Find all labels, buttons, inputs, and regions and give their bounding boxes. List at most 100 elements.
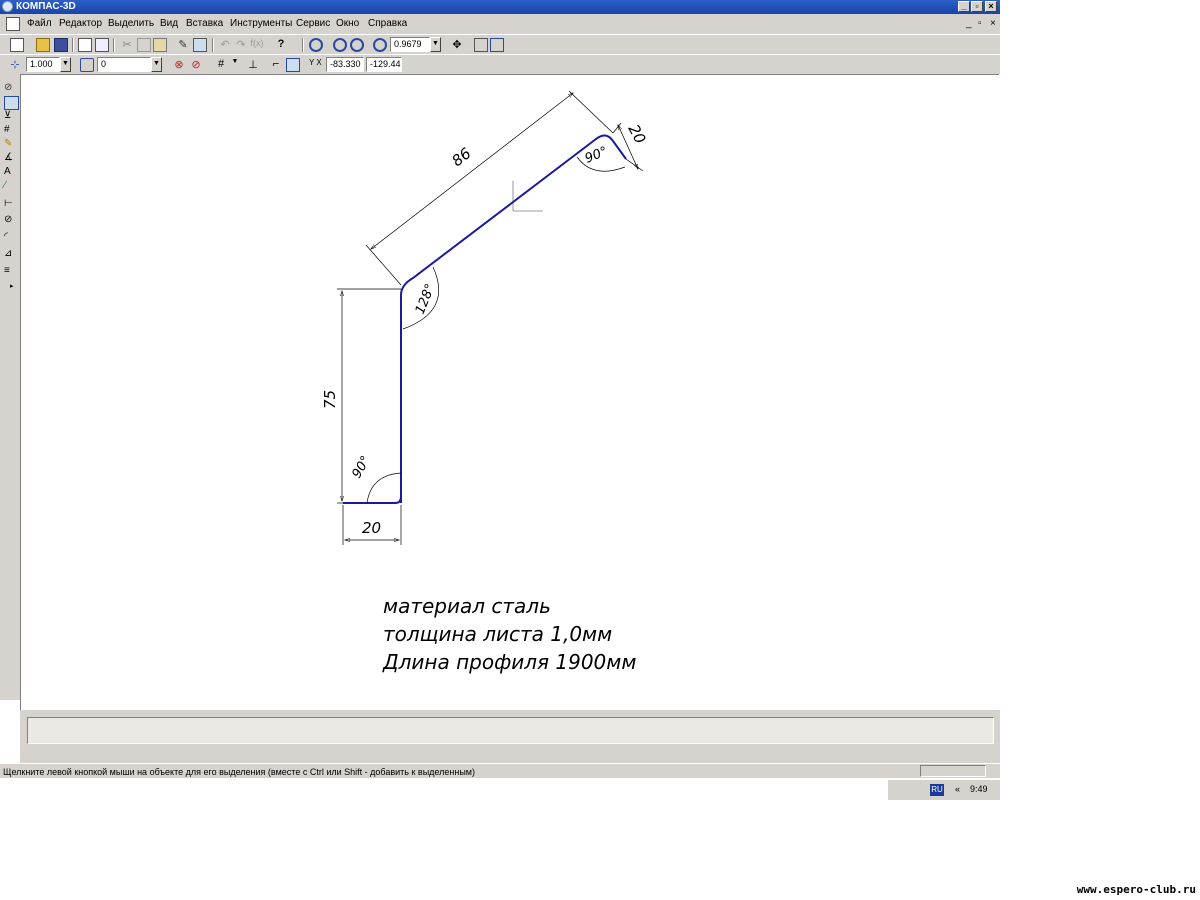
function-icon[interactable]: f(x) — [250, 38, 264, 52]
step-dropdown-arrow[interactable]: ▼ — [60, 57, 71, 72]
coord-x-input[interactable]: -83.330 — [326, 57, 364, 72]
save-icon[interactable] — [54, 38, 68, 52]
layer-icon[interactable] — [80, 58, 94, 72]
angle-128-label: 128° — [413, 282, 439, 317]
coord-y-input[interactable]: -129.44 — [366, 57, 402, 72]
doc-restore-button[interactable]: ▫ — [978, 18, 982, 29]
edit-points-icon[interactable] — [4, 96, 19, 110]
new-document-icon[interactable] — [10, 38, 24, 52]
print-preview-icon[interactable] — [78, 38, 92, 52]
open-folder-icon[interactable] — [36, 38, 50, 52]
select-icon[interactable]: ⁄ — [4, 180, 17, 192]
menu-insert[interactable]: Вставка — [186, 18, 223, 29]
layer-dropdown-arrow[interactable]: ▼ — [151, 57, 162, 72]
state-toolbar: ⊹ 1.000 ▼ 0 ▼ ⊗ ⊘ # ▼ ⊥ ⌐ Y X -83.330 -1… — [0, 54, 1000, 74]
dimension-20-bottom[interactable]: 20 — [342, 505, 402, 545]
standard-toolbar: ✂ ✎ ↶ ↷ f(x) ? 0.9679 ▼ ✥ — [0, 34, 1000, 54]
radial-dim-icon[interactable]: ◜ — [4, 231, 17, 243]
paste-icon[interactable] — [153, 38, 167, 52]
dimensions-icon[interactable]: ⊻ — [4, 110, 17, 122]
ortho-icon[interactable]: ⌐ — [269, 58, 283, 72]
redo-icon[interactable]: ↷ — [234, 38, 248, 52]
window-title: КОМПАС-3D — [16, 1, 76, 12]
watermark: www.espero-club.ru — [1076, 883, 1196, 896]
linear-dim-icon[interactable]: ⊢ — [4, 198, 17, 210]
parametric-icon[interactable] — [286, 58, 300, 72]
coordinates-icon: Y X — [309, 58, 322, 67]
dim-75-label: 75 — [321, 390, 339, 409]
step-input[interactable]: 1.000 — [26, 57, 60, 72]
dim-20-bottom-label: 20 — [362, 519, 381, 537]
note-thickness: толщина листа 1,0мм — [383, 622, 612, 646]
print-icon[interactable] — [95, 38, 109, 52]
menu-select[interactable]: Выделить — [108, 18, 154, 29]
cut-icon[interactable]: ✂ — [120, 38, 134, 52]
close-button[interactable]: × — [985, 1, 997, 12]
diameter-dim-icon[interactable]: ⊘ — [4, 214, 17, 226]
geometry-icon[interactable]: ⊘ — [4, 82, 17, 94]
zoom-input[interactable]: 0.9679 — [390, 37, 430, 52]
redraw-icon[interactable] — [490, 38, 504, 52]
measure-icon[interactable]: A — [4, 166, 17, 178]
angle-128[interactable]: 128° — [402, 266, 440, 330]
menu-edit[interactable]: Редактор — [59, 18, 102, 29]
menu-service[interactable]: Сервис — [296, 18, 330, 29]
zoom-scale-icon[interactable] — [373, 38, 387, 52]
status-hint: Щелкните левой кнопкой мыши на объекте д… — [3, 767, 475, 777]
dim-86-label: 86 — [448, 144, 474, 170]
menu-window[interactable]: Окно — [336, 18, 359, 29]
origin-axes — [512, 181, 543, 212]
hatch-icon[interactable]: # — [4, 124, 17, 136]
copy-icon[interactable] — [137, 38, 151, 52]
zoom-out-icon[interactable] — [350, 38, 364, 52]
leader-icon[interactable]: ≡ — [4, 265, 17, 277]
dim-20-top-label: 20 — [624, 121, 649, 146]
document-icon[interactable] — [6, 17, 20, 31]
doc-close-button[interactable]: × — [990, 18, 996, 29]
clock: 9:49 — [970, 784, 988, 794]
note-length: Длина профиля 1900мм — [382, 650, 636, 674]
property-panel[interactable] — [27, 717, 994, 744]
layer-input[interactable]: 0 — [97, 57, 151, 72]
title-bar: КОМПАС-3D _ ▫ × — [0, 0, 1000, 14]
angle-90-top-label: 90° — [583, 144, 610, 167]
local-cs-icon[interactable]: ⊥ — [246, 58, 260, 72]
app-icon — [2, 1, 13, 12]
note-material: материал сталь — [383, 594, 551, 618]
system-tray: RU « 9:49 — [888, 779, 1000, 800]
drawing-canvas[interactable]: 86 20 90° 128° 75 90° 20 материал сталь … — [20, 74, 999, 710]
undo-icon[interactable]: ↶ — [218, 38, 232, 52]
menu-tools[interactable]: Инструменты — [230, 18, 292, 29]
dimension-20-top[interactable]: 20 — [612, 121, 649, 172]
angle-90-bottom-label: 90° — [349, 454, 374, 481]
minimize-button[interactable]: _ — [958, 1, 970, 12]
calculator-icon[interactable] — [193, 38, 207, 52]
help-pointer-icon[interactable]: ? — [274, 38, 288, 52]
snap-icon[interactable]: ⊗ — [172, 58, 186, 72]
menu-help[interactable]: Справка — [368, 18, 407, 29]
profile-line[interactable] — [400, 134, 627, 503]
restore-button[interactable]: ▫ — [971, 1, 983, 12]
pan-icon[interactable]: ✥ — [450, 38, 464, 52]
language-indicator[interactable]: RU — [930, 784, 944, 796]
grid-dropdown-icon[interactable]: ▼ — [228, 58, 242, 72]
menu-view[interactable]: Вид — [160, 18, 178, 29]
properties-icon[interactable]: ✎ — [176, 38, 190, 52]
zoom-dropdown-arrow[interactable]: ▼ — [430, 37, 441, 52]
dimension-86[interactable]: 86 — [365, 90, 614, 286]
tray-expand-button[interactable]: « — [955, 784, 960, 794]
cursor-step-icon[interactable]: ⊹ — [8, 58, 22, 72]
local-snap-icon[interactable]: ⊘ — [189, 58, 203, 72]
doc-minimize-button[interactable]: _ — [966, 18, 972, 29]
menu-file[interactable]: Файл — [27, 18, 52, 29]
edit-icon[interactable]: ✎ — [4, 138, 17, 150]
status-bar: Щелкните левой кнопкой мыши на объекте д… — [0, 764, 1000, 778]
refresh-icon[interactable] — [474, 38, 488, 52]
angle-dim-icon[interactable]: ⊿ — [4, 248, 17, 260]
parametrization-icon[interactable]: ∡ — [4, 152, 17, 164]
zoom-in-icon[interactable] — [333, 38, 347, 52]
compact-toolbar: ⊘ ⊻ # ✎ ∡ A ⁄ ⊢ ⊘ ◜ ⊿ ≡ ▸ — [0, 74, 20, 700]
zoom-window-icon[interactable] — [309, 38, 323, 52]
angle-90-bottom[interactable]: 90° — [349, 454, 402, 504]
grid-icon[interactable]: # — [214, 58, 228, 72]
